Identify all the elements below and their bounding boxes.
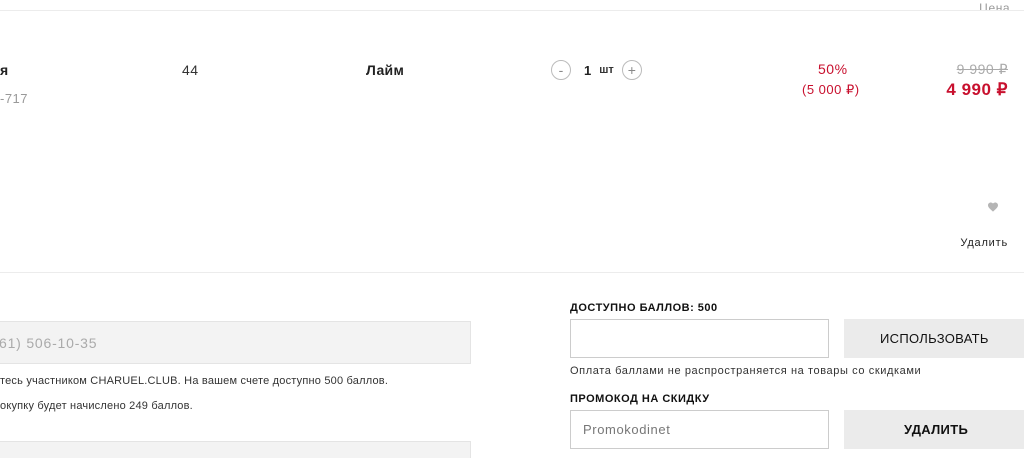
quantity-stepper: - 1 шт + — [551, 59, 642, 81]
use-points-button[interactable]: ИСПОЛЬЗОВАТЬ — [844, 319, 1024, 358]
quantity-value: 1 — [584, 62, 592, 78]
quantity-unit: шт — [599, 64, 614, 76]
points-title: ДОСТУПНО БАЛЛОВ: 500 — [570, 302, 718, 314]
product-color: Лайм — [366, 62, 405, 78]
member-info-text: тесь участником CHARUEL.CLUB. На вашем с… — [0, 375, 389, 387]
product-name[interactable]: я — [0, 62, 8, 78]
points-note: Оплата баллами не распространяется на то… — [570, 365, 922, 377]
promo-input[interactable] — [570, 410, 829, 449]
section-divider — [0, 272, 1024, 273]
delete-promo-button[interactable]: УДАЛИТЬ — [844, 410, 1024, 449]
discount-percent: 50% — [818, 61, 848, 77]
product-size: 44 — [182, 62, 199, 78]
phone-field[interactable]: 61) 506-10-35 — [0, 321, 471, 364]
extra-field[interactable] — [0, 441, 471, 458]
product-sku: -717 — [0, 91, 29, 106]
discount-amount: (5 000 ₽) — [802, 82, 860, 97]
top-divider — [0, 10, 1024, 11]
price-column-header: Цена — [979, 2, 1010, 10]
accrual-info-text: окупку будет начислено 249 баллов. — [0, 400, 193, 412]
phone-value: 61) 506-10-35 — [0, 334, 98, 351]
old-price: 9 990 ₽ — [956, 61, 1008, 77]
heart-icon[interactable] — [987, 201, 999, 213]
points-input[interactable] — [570, 319, 829, 358]
promo-title: ПРОМОКОД НА СКИДКУ — [570, 393, 710, 405]
increase-quantity-button[interactable]: + — [621, 60, 642, 80]
remove-item-link[interactable]: Удалить — [960, 237, 1008, 249]
new-price: 4 990 ₽ — [946, 80, 1008, 99]
decrease-quantity-button[interactable]: - — [551, 60, 571, 80]
